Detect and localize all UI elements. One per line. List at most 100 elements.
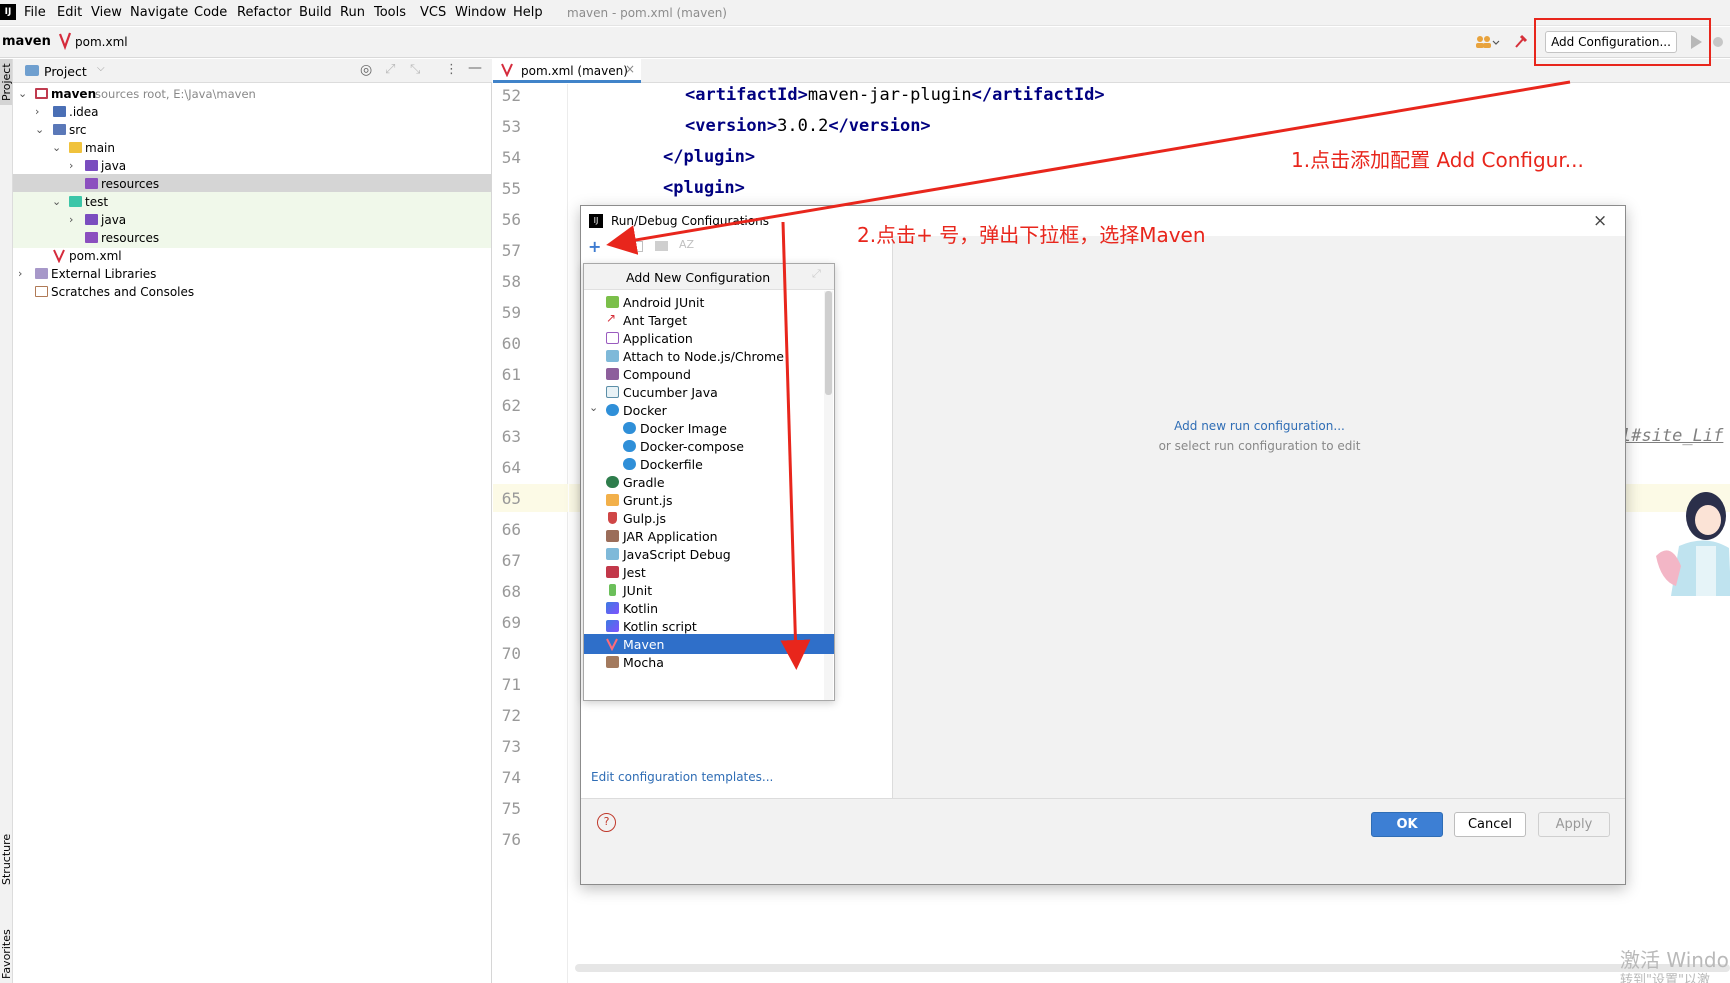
dialog-footer: ? OK Cancel Apply bbox=[581, 798, 1625, 884]
chevron-down-icon[interactable]: ⌄ bbox=[52, 195, 61, 208]
tree-item-main-resources[interactable]: resources bbox=[13, 174, 491, 194]
config-item-kotlin-script[interactable]: Kotlin script bbox=[584, 616, 824, 636]
menu-file[interactable]: File bbox=[24, 5, 46, 20]
tree-item-main-java[interactable]: › java bbox=[13, 156, 491, 176]
chevron-down-icon[interactable]: ⌄ bbox=[35, 123, 44, 136]
folder-icon bbox=[53, 106, 66, 117]
stripe-project-label[interactable]: Project bbox=[0, 63, 13, 101]
project-view-selector[interactable]: Project bbox=[44, 64, 87, 79]
close-icon[interactable]: × bbox=[1593, 211, 1607, 231]
menu-navigate[interactable]: Navigate bbox=[130, 5, 188, 20]
tree-label-hint: sources root, E:\Java\maven bbox=[95, 87, 256, 101]
close-icon[interactable]: × bbox=[625, 62, 635, 76]
config-item-mocha[interactable]: Mocha bbox=[584, 652, 824, 672]
xml-tag: <artifactId> bbox=[685, 85, 808, 105]
tree-item-test-resources[interactable]: resources bbox=[13, 228, 491, 248]
config-item-junit[interactable]: JUnit bbox=[584, 580, 824, 600]
kotlin-icon bbox=[606, 602, 619, 614]
add-new-run-configuration-link[interactable]: Add new run configuration... bbox=[894, 419, 1625, 433]
tree-item-scratches[interactable]: Scratches and Consoles bbox=[13, 282, 491, 302]
chevron-right-icon[interactable]: › bbox=[35, 105, 39, 118]
chevron-right-icon[interactable]: › bbox=[69, 159, 73, 172]
menu-help[interactable]: Help bbox=[513, 5, 543, 20]
expand-icon[interactable]: ⤢ bbox=[812, 267, 821, 281]
build-hammer-icon[interactable] bbox=[1513, 33, 1529, 49]
tab-label: pom.xml (maven) bbox=[521, 64, 628, 78]
sort-icon[interactable]: AZ bbox=[679, 238, 694, 251]
copy-icon[interactable] bbox=[633, 241, 643, 252]
locate-file-icon[interactable]: ◎ bbox=[360, 62, 372, 78]
menu-code[interactable]: Code bbox=[194, 5, 227, 20]
popup-scrollbar-thumb[interactable] bbox=[825, 291, 832, 395]
hide-panel-icon[interactable]: — bbox=[468, 60, 482, 76]
help-icon[interactable]: ? bbox=[597, 813, 616, 832]
tree-item-test[interactable]: ⌄ test bbox=[13, 192, 491, 212]
chevron-right-icon[interactable]: › bbox=[18, 267, 22, 280]
line-number: 55 bbox=[501, 179, 521, 198]
edit-configuration-templates-link[interactable]: Edit configuration templates... bbox=[591, 770, 773, 784]
apply-button[interactable]: Apply bbox=[1538, 812, 1610, 837]
config-item-application[interactable]: Application bbox=[584, 328, 824, 348]
tree-item-pom[interactable]: pom.xml bbox=[13, 246, 491, 266]
config-item-docker-compose[interactable]: Docker-compose bbox=[584, 436, 824, 456]
menu-refactor[interactable]: Refactor bbox=[237, 5, 292, 20]
editor-horizontal-scrollbar[interactable] bbox=[575, 964, 1730, 972]
debug-icon[interactable] bbox=[1711, 34, 1725, 50]
menu-tools[interactable]: Tools bbox=[374, 5, 406, 20]
cancel-button[interactable]: Cancel bbox=[1454, 812, 1526, 837]
config-item-jar-application[interactable]: JAR Application bbox=[584, 526, 824, 546]
tree-item-external-libraries[interactable]: › External Libraries bbox=[13, 264, 491, 284]
chevron-down-icon[interactable]: ⌵ bbox=[97, 63, 105, 74]
tree-label: resources bbox=[101, 177, 160, 191]
add-new-configuration-popup: Add New Configuration ⤢ Android JUnit ↗ … bbox=[583, 263, 835, 701]
chevron-down-icon[interactable]: ⌄ bbox=[52, 141, 61, 154]
config-item-dockerfile[interactable]: Dockerfile bbox=[584, 454, 824, 474]
tree-item-main[interactable]: ⌄ main bbox=[13, 138, 491, 158]
expand-all-icon[interactable]: ⤢ bbox=[385, 62, 395, 77]
config-item-ant-target[interactable]: ↗ Ant Target bbox=[584, 310, 824, 330]
breadcrumb-file[interactable]: pom.xml bbox=[75, 35, 128, 49]
stripe-favorites-label[interactable]: Favorites bbox=[0, 929, 13, 979]
tree-item-test-java[interactable]: › java bbox=[13, 210, 491, 230]
config-item-cucumber-java[interactable]: Cucumber Java bbox=[584, 382, 824, 402]
tree-item-idea[interactable]: › .idea bbox=[13, 102, 491, 122]
menu-view[interactable]: View bbox=[91, 5, 122, 20]
tab-pom-xml[interactable]: pom.xml (maven) × bbox=[493, 59, 641, 83]
vcs-users-icon[interactable] bbox=[1474, 34, 1500, 50]
chevron-down-icon[interactable]: ⌄ bbox=[18, 87, 27, 100]
remove-icon[interactable]: − bbox=[611, 238, 623, 254]
collapse-all-icon[interactable]: ⤡ bbox=[410, 62, 420, 77]
stripe-structure-label[interactable]: Structure bbox=[0, 834, 13, 885]
chevron-down-icon[interactable]: ⌄ bbox=[589, 401, 598, 414]
tree-item-src[interactable]: ⌄ src bbox=[13, 120, 491, 140]
config-item-android-junit[interactable]: Android JUnit bbox=[584, 292, 824, 312]
menu-window[interactable]: Window bbox=[455, 5, 506, 20]
config-item-javascript-debug[interactable]: JavaScript Debug bbox=[584, 544, 824, 564]
menu-edit[interactable]: Edit bbox=[57, 5, 82, 20]
project-tool-window: Project ⌵ ◎ ⤢ ⤡ ⋮ — ⌄ maven sources root… bbox=[13, 59, 492, 983]
config-item-jest[interactable]: Jest bbox=[584, 562, 824, 582]
config-item-kotlin[interactable]: Kotlin bbox=[584, 598, 824, 618]
config-item-compound[interactable]: Compound bbox=[584, 364, 824, 384]
folder-icon[interactable] bbox=[655, 241, 668, 251]
config-item-docker[interactable]: ⌄ Docker bbox=[584, 400, 824, 420]
config-item-maven[interactable]: Maven bbox=[584, 634, 834, 654]
options-menu-icon[interactable]: ⋮ bbox=[445, 62, 458, 77]
menu-run[interactable]: Run bbox=[340, 5, 365, 20]
config-item-gradle[interactable]: Gradle bbox=[584, 472, 824, 492]
breadcrumb-project[interactable]: maven bbox=[2, 34, 51, 49]
config-item-gulpjs[interactable]: Gulp.js bbox=[584, 508, 824, 528]
dialog-title: Run/Debug Configurations bbox=[611, 214, 769, 228]
editor-gutter: 52 53 54 55 56 57 58 59 60 61 62 63 64 6… bbox=[493, 84, 568, 983]
add-configuration-plus-icon[interactable]: + bbox=[588, 237, 601, 256]
tree-label: pom.xml bbox=[69, 249, 122, 263]
config-item-attach-node[interactable]: Attach to Node.js/Chrome bbox=[584, 346, 824, 366]
ok-button[interactable]: OK bbox=[1371, 812, 1443, 837]
menu-vcs[interactable]: VCS bbox=[420, 5, 446, 20]
menu-build[interactable]: Build bbox=[299, 5, 332, 20]
config-item-gruntjs[interactable]: Grunt.js bbox=[584, 490, 824, 510]
config-item-label: Jest bbox=[623, 565, 646, 580]
tree-item-maven[interactable]: ⌄ maven sources root, E:\Java\maven bbox=[13, 84, 491, 104]
chevron-right-icon[interactable]: › bbox=[69, 213, 73, 226]
config-item-docker-image[interactable]: Docker Image bbox=[584, 418, 824, 438]
